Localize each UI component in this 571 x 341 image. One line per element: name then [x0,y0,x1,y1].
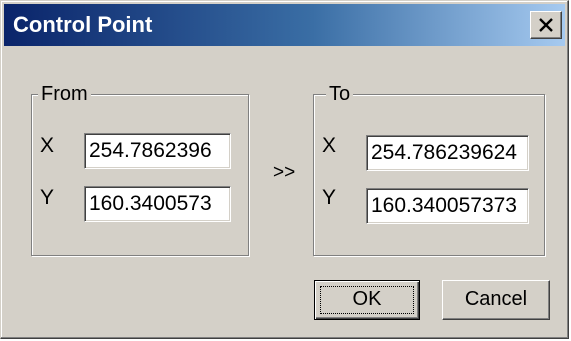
to-y-field[interactable] [366,188,529,224]
cancel-button[interactable]: Cancel [442,280,550,320]
cancel-button-label: Cancel [464,288,528,310]
close-x-icon [539,18,553,32]
ok-button[interactable]: OK [314,280,420,320]
control-point-dialog: Control Point From X Y >> To X Y OK Canc… [0,0,569,339]
from-y-field[interactable] [84,186,231,222]
from-group: From [31,82,249,256]
to-x-label: X [322,134,337,157]
to-x-field[interactable] [366,135,529,171]
from-x-label: X [40,134,55,157]
from-y-label: Y [40,186,55,209]
arrow-indicator: >> [273,162,296,183]
close-button[interactable] [530,11,562,39]
to-group: To [313,82,545,256]
to-y-label: Y [322,186,337,209]
window-title: Control Point [13,12,153,37]
to-group-legend: To [326,82,354,106]
from-group-legend: From [38,82,91,106]
ok-button-label: OK [352,288,382,310]
title-bar[interactable]: Control Point [4,4,565,46]
from-x-field[interactable] [84,133,231,169]
